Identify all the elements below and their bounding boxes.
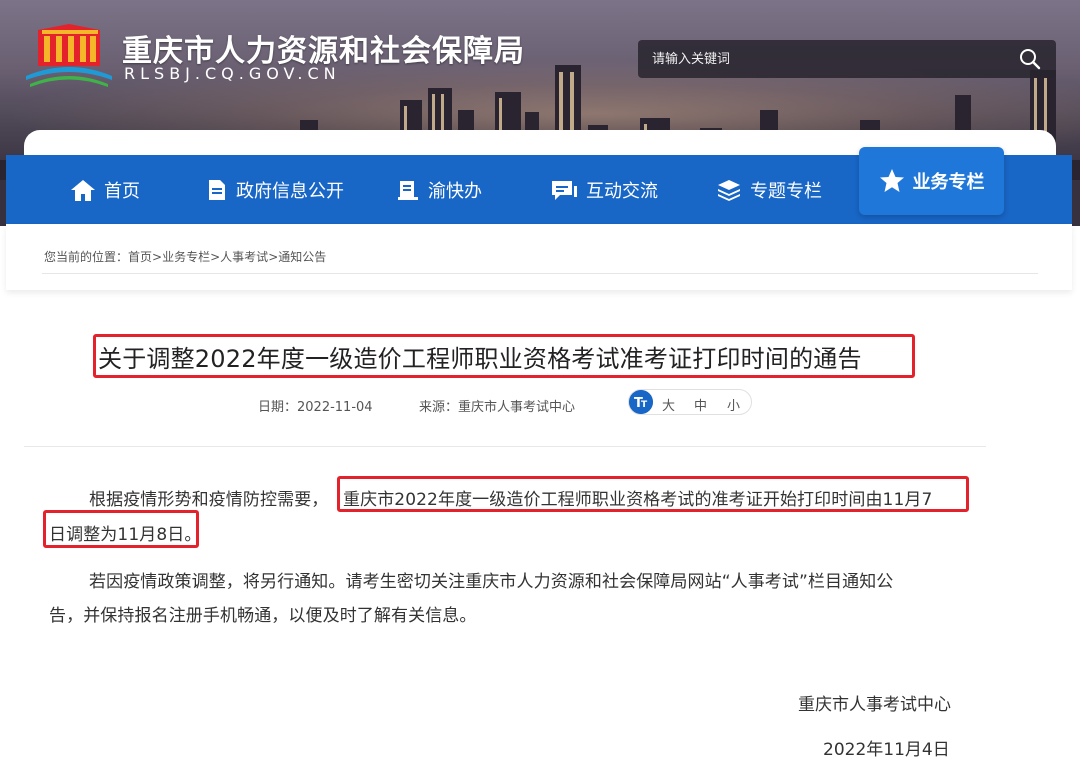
bureau-logo-icon — [26, 24, 112, 87]
breadcrumb-separator: > — [210, 250, 221, 264]
nav-item-label: 渝快办 — [428, 180, 482, 202]
paragraph-1-start: 根据疫情形势和疫情防控需要， — [89, 490, 329, 510]
nav-item-label: 专题专栏 — [750, 180, 822, 202]
nav-item-yukuaiban[interactable]: 渝快办 — [396, 155, 482, 224]
search-box — [638, 40, 1056, 78]
signature-date: 2022年11月4日 — [823, 740, 950, 760]
paragraph-1-highlight-line1: 重庆市2022年度一级造价工程师职业资格考试的准考证开始打印时间由11月7 — [343, 490, 933, 510]
font-size-medium[interactable]: 中 — [694, 395, 707, 414]
home-icon — [71, 179, 95, 201]
layers-icon — [718, 179, 740, 201]
paragraph-2-line2: 告，并保持报名注册手机畅通，以便及时了解有关信息。 — [49, 606, 477, 626]
font-size-large[interactable]: 大 — [662, 395, 675, 414]
chat-icon — [552, 180, 577, 200]
svg-text:T: T — [641, 400, 648, 410]
source-label: 来源： — [419, 400, 459, 415]
article-source: 来源：重庆市人事考试中心 — [419, 396, 575, 415]
nav-item-label: 政府信息公开 — [236, 180, 344, 202]
paragraph-1-highlight-line2: 日调整为11月8日。 — [49, 525, 202, 545]
nav-item-business[interactable]: 业务专栏 — [859, 147, 1004, 215]
breadcrumb-separator: > — [152, 250, 163, 264]
site-domain: RLSBJ.CQ.GOV.CN — [124, 64, 341, 83]
date-label: 日期： — [258, 400, 298, 415]
document-icon — [209, 179, 225, 200]
article-title: 关于调整2022年度一级造价工程师职业资格考试准考证打印时间的通告 — [98, 345, 862, 373]
breadcrumb-separator: > — [268, 250, 279, 264]
breadcrumb-notice[interactable]: 通知公告 — [278, 250, 326, 264]
breadcrumb-business[interactable]: 业务专栏 — [162, 250, 210, 264]
search-icon[interactable] — [1018, 47, 1042, 71]
breadcrumb-divider — [42, 273, 1038, 274]
main-nav: 首页 政府信息公开 渝快办 互动交流 专题专栏 业务专栏 — [6, 147, 1072, 224]
breadcrumb: 您当前的位置：首页>业务专栏>人事考试>通知公告 — [44, 248, 326, 265]
search-input[interactable] — [638, 40, 998, 78]
nav-item-interaction[interactable]: 互动交流 — [550, 155, 658, 224]
date-value: 2022-11-04 — [297, 400, 373, 415]
font-size-small[interactable]: 小 — [727, 395, 740, 414]
article-divider — [24, 446, 986, 447]
star-icon — [879, 169, 904, 192]
breadcrumb-exam[interactable]: 人事考试 — [220, 250, 268, 264]
nav-item-label: 业务专栏 — [912, 172, 985, 193]
signature-org: 重庆市人事考试中心 — [798, 695, 951, 715]
nav-item-label: 首页 — [104, 180, 140, 202]
nav-item-label: 互动交流 — [586, 180, 658, 202]
nav-item-special[interactable]: 专题专栏 — [716, 155, 822, 224]
font-size-icon: T T — [629, 390, 653, 414]
source-value: 重庆市人事考试中心 — [458, 400, 576, 415]
breadcrumb-prefix: 您当前的位置： — [44, 250, 129, 264]
article-date: 日期：2022-11-04 — [258, 396, 373, 415]
paragraph-2-line1: 若因疫情政策调整，将另行通知。请考生密切关注重庆市人力资源和社会保障局网站“人事… — [89, 572, 894, 592]
clipboard-icon — [398, 180, 418, 200]
nav-item-gov-info[interactable]: 政府信息公开 — [206, 155, 344, 224]
breadcrumb-home[interactable]: 首页 — [128, 250, 152, 264]
nav-item-home[interactable]: 首页 — [70, 155, 140, 224]
